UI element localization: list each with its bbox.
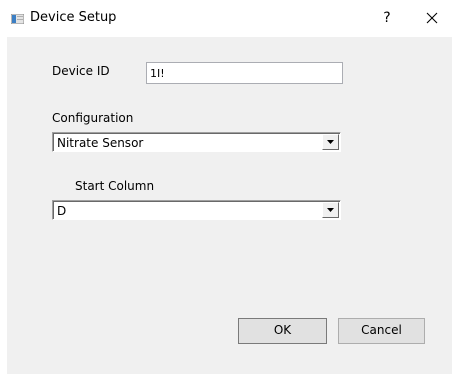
- help-button[interactable]: ?: [378, 8, 396, 28]
- close-icon: [426, 12, 438, 24]
- start-column-label: Start Column: [75, 179, 155, 193]
- configuration-selected-value: Nitrate Sensor: [57, 136, 144, 150]
- window-icon: [10, 13, 25, 25]
- dialog-body: Device ID 1I! Configuration Nitrate Sens…: [7, 37, 452, 374]
- cancel-button[interactable]: Cancel: [338, 318, 425, 344]
- configuration-label: Configuration: [52, 111, 134, 125]
- close-button[interactable]: [420, 5, 444, 31]
- start-column-dropdown-button[interactable]: [322, 202, 339, 218]
- configuration-select[interactable]: Nitrate Sensor: [52, 132, 341, 152]
- start-column-selected-value: D: [57, 204, 67, 218]
- configuration-dropdown-button[interactable]: [322, 134, 339, 150]
- device-setup-dialog: Device Setup ? Device ID 1I! Configurati…: [0, 0, 452, 374]
- device-id-label: Device ID: [52, 64, 110, 78]
- ok-button[interactable]: OK: [238, 318, 327, 344]
- chevron-down-icon: [327, 208, 334, 212]
- title-bar[interactable]: Device Setup ?: [0, 0, 452, 36]
- window-title: Device Setup: [30, 10, 117, 25]
- start-column-select[interactable]: D: [52, 200, 341, 220]
- chevron-down-icon: [327, 140, 334, 144]
- device-id-input[interactable]: 1I!: [146, 62, 343, 84]
